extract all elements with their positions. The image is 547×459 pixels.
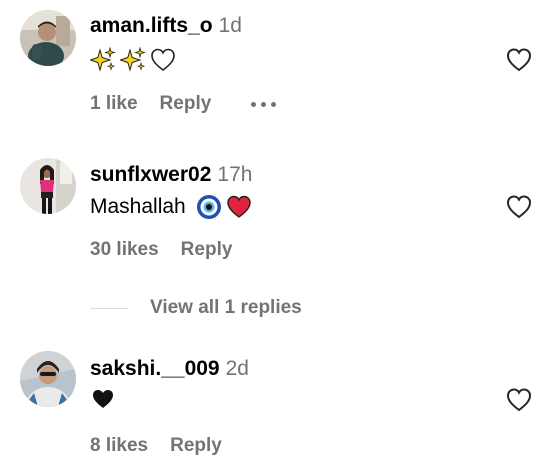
reply-button[interactable]: Reply xyxy=(170,435,222,457)
dot xyxy=(261,101,267,107)
likes-count[interactable]: 30 likes xyxy=(90,239,159,261)
reply-button[interactable]: Reply xyxy=(181,239,233,261)
dot xyxy=(251,101,257,107)
white-heart-emoji xyxy=(150,47,176,73)
red-heart-emoji xyxy=(226,194,252,220)
comment-header: aman.lifts_o 1d xyxy=(90,14,242,38)
username-link[interactable]: sunflxwer02 xyxy=(90,163,211,186)
likes-count[interactable]: 8 likes xyxy=(90,435,148,457)
more-options-button[interactable] xyxy=(251,101,277,107)
heart-outline-icon xyxy=(506,48,532,72)
heart-outline-icon xyxy=(506,195,532,219)
black-heart-emoji xyxy=(90,386,116,412)
like-button[interactable] xyxy=(505,193,533,221)
reply-button[interactable]: Reply xyxy=(160,93,212,115)
comment-header: sunflxwer02 17h xyxy=(90,163,252,187)
avatar[interactable] xyxy=(20,351,76,407)
sparkles-emoji xyxy=(120,47,146,73)
username-link[interactable]: sakshi.__009 xyxy=(90,357,220,380)
comment-actions: 1 like Reply xyxy=(90,93,277,115)
dot xyxy=(271,101,277,107)
comment-actions: 8 likes Reply xyxy=(90,435,222,457)
view-replies-row[interactable]: View all 1 replies xyxy=(90,296,302,320)
sparkles-emoji xyxy=(90,47,116,73)
comment-actions: 30 likes Reply xyxy=(90,239,232,261)
replies-divider xyxy=(90,307,128,309)
comment-body xyxy=(90,47,176,73)
nazar-amulet-emoji xyxy=(196,194,222,220)
comment-header: sakshi.__009 2d xyxy=(90,357,249,381)
likes-count[interactable]: 1 like xyxy=(90,93,138,115)
comment-body xyxy=(90,386,116,412)
avatar[interactable] xyxy=(20,10,76,66)
comment-text: Mashallah xyxy=(90,195,186,218)
comment-time: 17h xyxy=(217,163,253,186)
comment-item: aman.lifts_o 1d 1 like Reply xyxy=(0,0,547,130)
comment-item: sunflxwer02 17h Mashallah 30 likes Reply xyxy=(0,150,547,280)
view-replies-button[interactable]: View all 1 replies xyxy=(150,296,302,320)
comment-time: 2d xyxy=(225,357,249,380)
like-button[interactable] xyxy=(505,386,533,414)
username-link[interactable]: aman.lifts_o xyxy=(90,14,213,37)
like-button[interactable] xyxy=(505,46,533,74)
comment-body: Mashallah xyxy=(90,194,252,220)
comment-time: 1d xyxy=(218,14,242,37)
heart-outline-icon xyxy=(506,388,532,412)
avatar[interactable] xyxy=(20,158,76,214)
comment-item: sakshi.__009 2d 8 likes Reply xyxy=(0,345,547,459)
